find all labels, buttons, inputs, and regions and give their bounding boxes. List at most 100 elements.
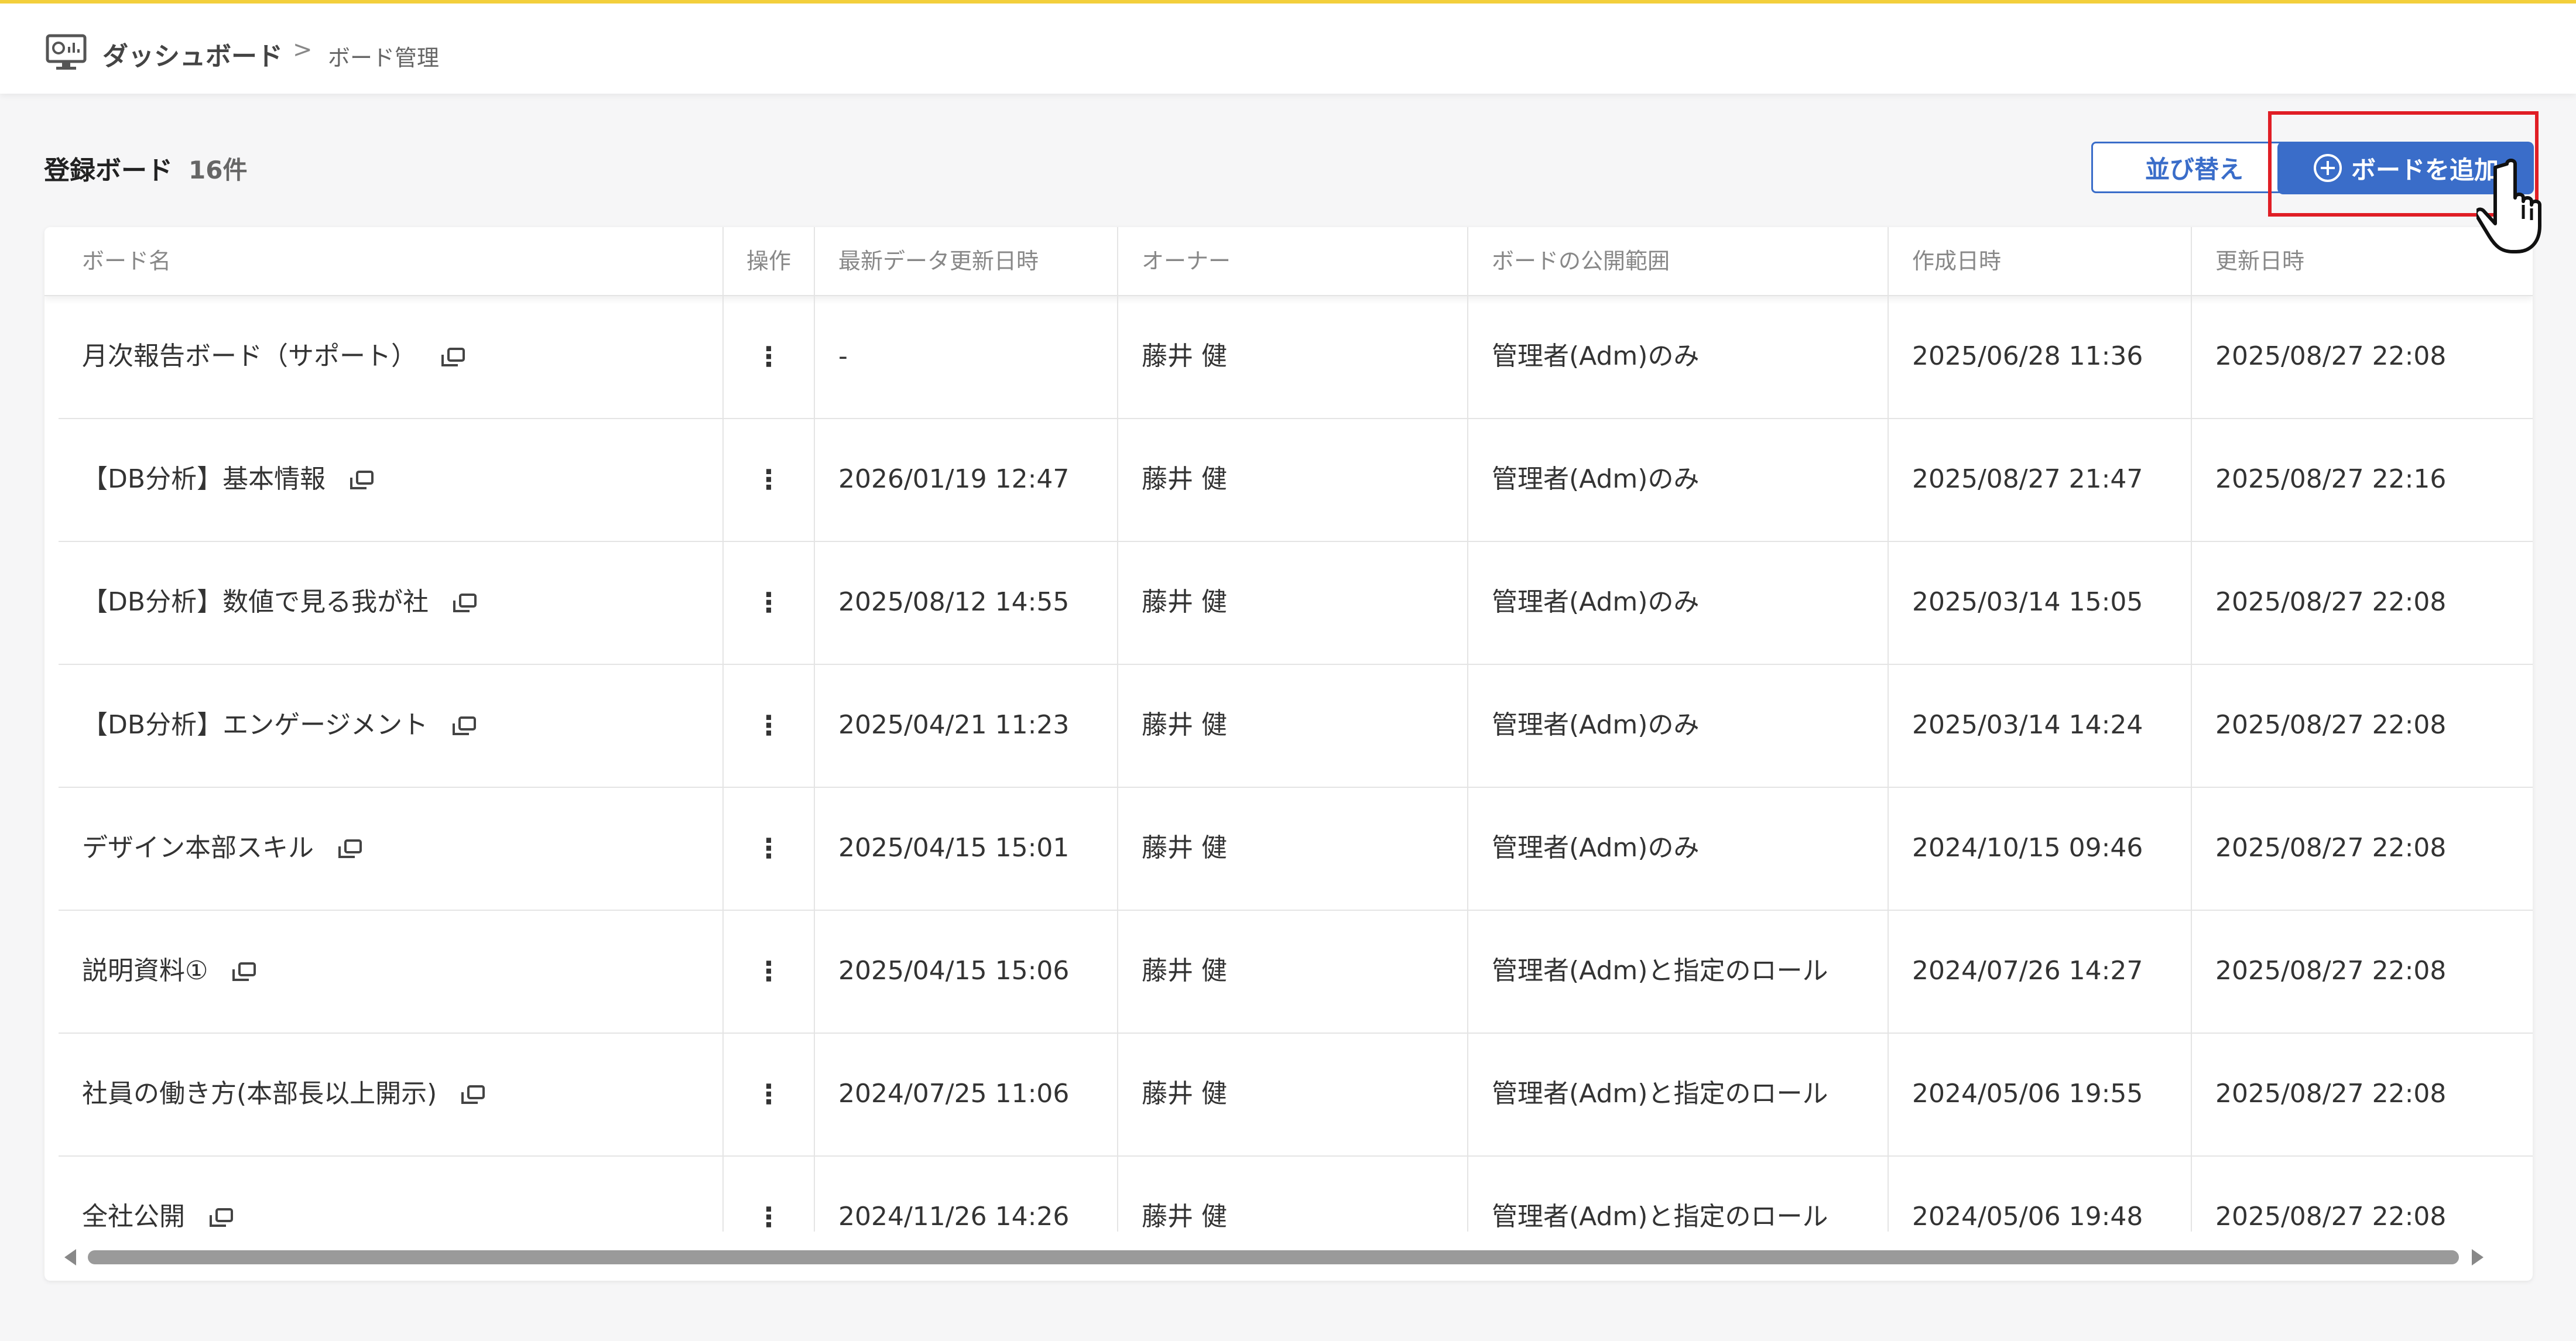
board-name-cell[interactable]: 説明資料① (59, 910, 722, 1033)
owner-cell: 藤井 健 (1117, 418, 1467, 541)
breadcrumb-current: ボード管理 (328, 45, 440, 71)
created-cell: 2024/05/06 19:55 (1888, 1033, 2191, 1155)
table-row[interactable]: 【DB分析】数値で見る我が社 ⋮ 2025/08/12 14:55 藤井 健 管… (59, 541, 2533, 665)
created-cell: 2025/03/14 14:24 (1888, 664, 2191, 787)
col-header-scope[interactable]: ボードの公開範囲 (1467, 227, 1888, 295)
scope-cell: 管理者(Adm)のみ (1467, 295, 1888, 418)
board-table: ボード名 操作 最新データ更新日時 オーナー ボードの公開範囲 作成日時 更新日… (44, 227, 2533, 1281)
col-header-latest-update[interactable]: 最新データ更新日時 (814, 227, 1117, 295)
owner-cell: 藤井 健 (1117, 1033, 1467, 1155)
row-menu-button[interactable]: ⋮ (722, 910, 814, 1033)
table-body: 月次報告ボード（サポート） ⋮ - 藤井 健 管理者(Adm)のみ 2025/0… (59, 295, 2533, 1232)
latest-update-cell: 2024/07/25 11:06 (814, 1033, 1117, 1155)
scope-cell: 管理者(Adm)と指定のロール (1467, 1155, 1888, 1232)
board-name-cell[interactable]: デザイン本部スキル (59, 787, 722, 910)
created-cell: 2024/05/06 19:48 (1888, 1155, 2191, 1232)
latest-update-cell: 2025/08/12 14:55 (814, 541, 1117, 664)
sort-button[interactable]: 並び替え (2091, 142, 2297, 193)
latest-update-cell: 2026/01/19 12:47 (814, 418, 1117, 541)
latest-update-cell: 2024/11/26 14:26 (814, 1155, 1117, 1232)
owner-cell: 藤井 健 (1117, 910, 1467, 1033)
open-in-new-window-icon[interactable] (349, 470, 375, 491)
open-in-new-window-icon[interactable] (451, 716, 477, 737)
board-name[interactable]: 社員の働き方(本部長以上開示) (82, 1079, 437, 1109)
owner-cell: 藤井 健 (1117, 295, 1467, 418)
created-cell: 2025/06/28 11:36 (1888, 295, 2191, 418)
updated-cell: 2025/08/27 22:08 (2191, 1033, 2533, 1155)
sort-button-label: 並び替え (2145, 155, 2243, 184)
table-header: ボード名 操作 最新データ更新日時 オーナー ボードの公開範囲 作成日時 更新日… (44, 227, 2533, 296)
top-bar: ダッシュボード > ボード管理 (0, 0, 2576, 94)
created-cell: 2024/07/26 14:27 (1888, 910, 2191, 1033)
board-name-cell[interactable]: 社員の働き方(本部長以上開示) (59, 1033, 722, 1155)
open-in-new-window-icon[interactable] (452, 593, 478, 614)
hand-pointer-icon (2476, 159, 2541, 253)
breadcrumb-home[interactable]: ダッシュボード (102, 35, 283, 73)
latest-update-cell: 2025/04/21 11:23 (814, 664, 1117, 787)
open-in-new-window-icon[interactable] (208, 1208, 234, 1229)
table-row[interactable]: 全社公開 ⋮ 2024/11/26 14:26 藤井 健 管理者(Adm)と指定… (59, 1155, 2533, 1232)
updated-cell: 2025/08/27 22:08 (2191, 787, 2533, 910)
updated-cell: 2025/08/27 22:08 (2191, 295, 2533, 418)
board-name[interactable]: デザイン本部スキル (82, 833, 314, 863)
row-menu-button[interactable]: ⋮ (722, 1155, 814, 1232)
scope-cell: 管理者(Adm)と指定のロール (1467, 1033, 1888, 1155)
created-cell: 2025/08/27 21:47 (1888, 418, 2191, 541)
owner-cell: 藤井 健 (1117, 787, 1467, 910)
board-name[interactable]: 月次報告ボード（サポート） (82, 341, 417, 371)
updated-cell: 2025/08/27 22:08 (2191, 1155, 2533, 1232)
table-row[interactable]: 月次報告ボード（サポート） ⋮ - 藤井 健 管理者(Adm)のみ 2025/0… (59, 295, 2533, 419)
latest-update-cell: - (814, 295, 1117, 418)
row-menu-button[interactable]: ⋮ (722, 295, 814, 418)
col-header-board-name[interactable]: ボード名 (44, 227, 722, 295)
created-cell: 2024/10/15 09:46 (1888, 787, 2191, 910)
board-name-cell[interactable]: 全社公開 (59, 1155, 722, 1232)
board-name-cell[interactable]: 月次報告ボード（サポート） (59, 295, 722, 418)
scroll-right-arrow-icon[interactable] (2472, 1249, 2483, 1265)
row-menu-button[interactable]: ⋮ (722, 664, 814, 787)
col-header-owner[interactable]: オーナー (1117, 227, 1467, 295)
table-row[interactable]: 社員の働き方(本部長以上開示) ⋮ 2024/07/25 11:06 藤井 健 … (59, 1033, 2533, 1157)
table-row[interactable]: デザイン本部スキル ⋮ 2025/04/15 15:01 藤井 健 管理者(Ad… (59, 787, 2533, 911)
open-in-new-window-icon[interactable] (337, 839, 363, 860)
updated-cell: 2025/08/27 22:08 (2191, 664, 2533, 787)
row-menu-button[interactable]: ⋮ (722, 541, 814, 664)
table-row[interactable]: 説明資料① ⋮ 2025/04/15 15:06 藤井 健 管理者(Adm)と指… (59, 910, 2533, 1034)
board-name-cell[interactable]: 【DB分析】エンゲージメント (59, 664, 722, 787)
col-header-created[interactable]: 作成日時 (1888, 227, 2191, 295)
updated-cell: 2025/08/27 22:16 (2191, 418, 2533, 541)
page-title: 登録ボード (44, 156, 173, 186)
board-name[interactable]: 説明資料① (82, 956, 208, 986)
board-name[interactable]: 【DB分析】数値で見る我が社 (82, 587, 429, 617)
scroll-left-arrow-icon[interactable] (64, 1249, 76, 1265)
board-name[interactable]: 【DB分析】基本情報 (82, 464, 326, 494)
table-row[interactable]: 【DB分析】エンゲージメント ⋮ 2025/04/21 11:23 藤井 健 管… (59, 664, 2533, 788)
scope-cell: 管理者(Adm)のみ (1467, 787, 1888, 910)
dashboard-monitor-icon (46, 34, 87, 70)
scope-cell: 管理者(Adm)と指定のロール (1467, 910, 1888, 1033)
open-in-new-window-icon[interactable] (231, 962, 257, 983)
board-name[interactable]: 全社公開 (82, 1202, 185, 1232)
open-in-new-window-icon[interactable] (460, 1085, 486, 1106)
scope-cell: 管理者(Adm)のみ (1467, 664, 1888, 787)
board-name-cell[interactable]: 【DB分析】基本情報 (59, 418, 722, 541)
row-menu-button[interactable]: ⋮ (722, 1033, 814, 1155)
scope-cell: 管理者(Adm)のみ (1467, 541, 1888, 664)
row-menu-button[interactable]: ⋮ (722, 418, 814, 541)
scope-cell: 管理者(Adm)のみ (1467, 418, 1888, 541)
board-name[interactable]: 【DB分析】エンゲージメント (82, 710, 428, 740)
updated-cell: 2025/08/27 22:08 (2191, 910, 2533, 1033)
updated-cell: 2025/08/27 22:08 (2191, 541, 2533, 664)
latest-update-cell: 2025/04/15 15:06 (814, 910, 1117, 1033)
board-count: 16件 (189, 156, 248, 184)
breadcrumb-separator: > (293, 36, 313, 63)
table-row[interactable]: 【DB分析】基本情報 ⋮ 2026/01/19 12:47 藤井 健 管理者(A… (59, 418, 2533, 542)
latest-update-cell: 2025/04/15 15:01 (814, 787, 1117, 910)
owner-cell: 藤井 健 (1117, 664, 1467, 787)
horizontal-scroll-thumb[interactable] (88, 1250, 2459, 1264)
owner-cell: 藤井 健 (1117, 541, 1467, 664)
open-in-new-window-icon[interactable] (440, 347, 466, 368)
board-name-cell[interactable]: 【DB分析】数値で見る我が社 (59, 541, 722, 664)
row-menu-button[interactable]: ⋮ (722, 787, 814, 910)
owner-cell: 藤井 健 (1117, 1155, 1467, 1232)
